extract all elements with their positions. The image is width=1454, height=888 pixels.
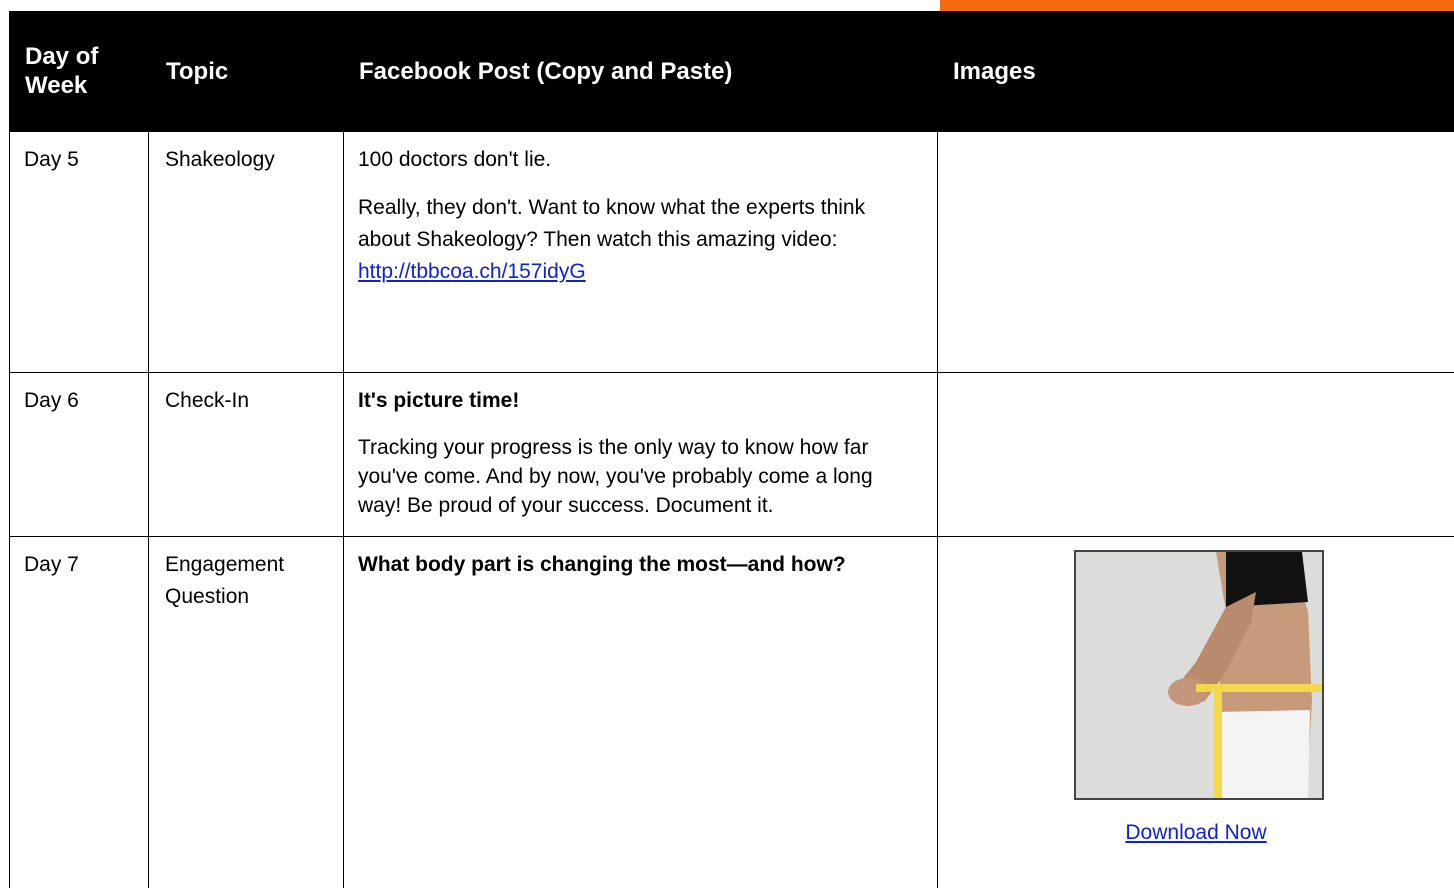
post-text: Really, they don't. Want to know what th… <box>358 196 866 251</box>
header-topic: Topic <box>149 11 344 132</box>
post-cell: 100 doctors don't lie. Really, they don'… <box>344 132 938 373</box>
post-title: It's picture time! <box>358 389 520 412</box>
download-link-wrapper: Download Now <box>938 821 1454 845</box>
image-cell <box>938 132 1454 373</box>
topic-cell: Engagement Question <box>149 537 344 888</box>
header-facebook-post: Facebook Post (Copy and Paste) <box>344 11 938 132</box>
video-link[interactable]: http://tbbcoa.ch/157idyG <box>358 260 586 283</box>
post-title: What body part is changing the most—and … <box>358 553 846 576</box>
post-paragraph: Really, they don't. Want to know what th… <box>358 192 917 288</box>
day-cell: Day 5 <box>9 132 149 373</box>
content-calendar-table: Day of Week Topic Facebook Post (Copy an… <box>9 11 1454 888</box>
post-paragraph: 100 doctors don't lie. <box>358 148 552 171</box>
topic-cell: Check-In <box>149 373 344 537</box>
accent-bar <box>940 0 1454 11</box>
post-cell: It's picture time! Tracking your progres… <box>344 373 938 537</box>
topic-cell: Shakeology <box>149 132 344 373</box>
photo-illustration <box>1076 552 1322 798</box>
waist-measurement-photo <box>1074 550 1324 800</box>
header-images: Images <box>938 11 1454 132</box>
header-day-of-week: Day of Week <box>9 11 149 132</box>
post-cell: What body part is changing the most—and … <box>344 537 938 888</box>
day-cell: Day 6 <box>9 373 149 537</box>
day-cell: Day 7 <box>9 537 149 888</box>
image-cell <box>938 373 1454 537</box>
download-now-link[interactable]: Download Now <box>1125 821 1266 844</box>
image-cell: Download Now <box>938 537 1454 888</box>
post-paragraph: Tracking your progress is the only way t… <box>358 436 873 517</box>
